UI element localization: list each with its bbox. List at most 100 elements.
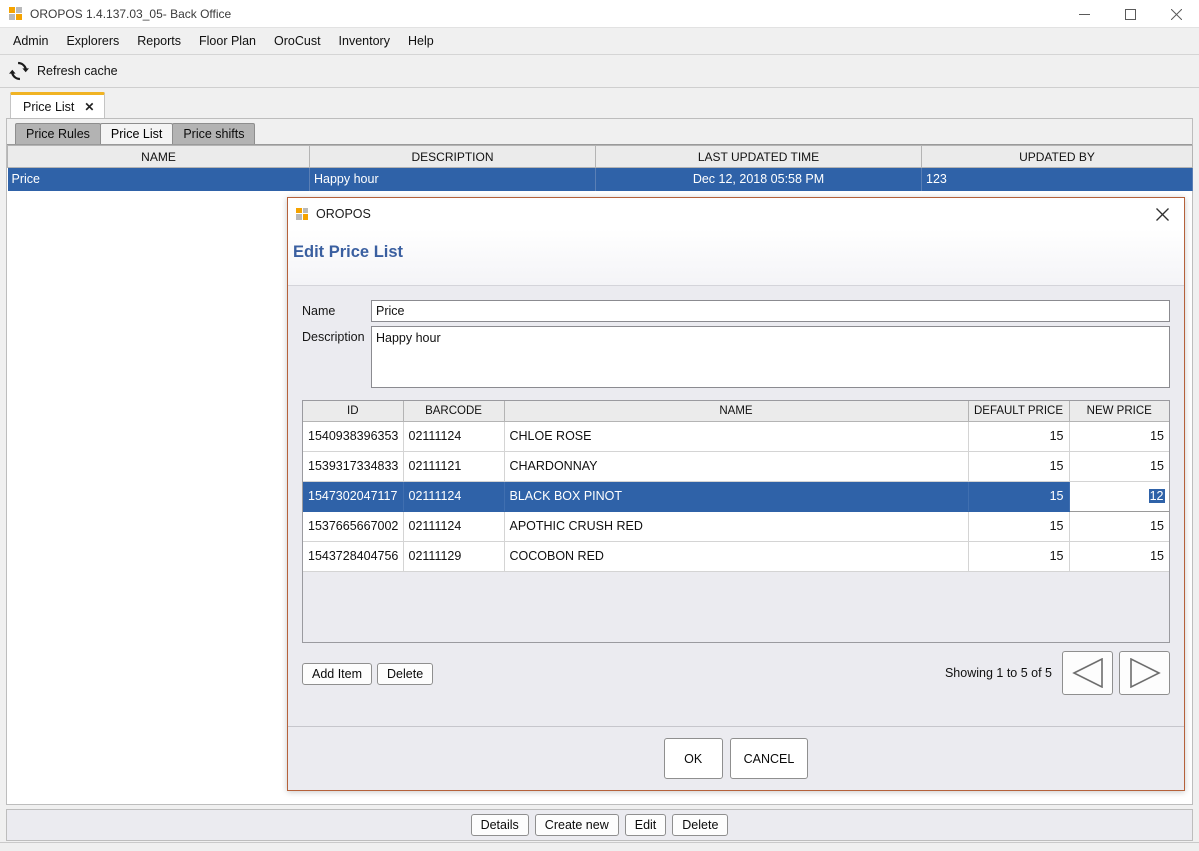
item-cell-id: 1539317334833 (303, 451, 404, 482)
menu-item-inventory[interactable]: Inventory (330, 30, 399, 52)
item-cell-id: 1547302047117 (303, 481, 404, 512)
new-price-edit-cell[interactable]: 12 (1068, 480, 1169, 512)
description-input[interactable]: Happy hour (371, 326, 1170, 388)
item-column-new-price[interactable]: NEW PRICE (1069, 401, 1169, 422)
page-title: Edit Price List (293, 243, 404, 261)
status-strip (0, 842, 1199, 851)
subtab-price-list[interactable]: Price List (99, 123, 174, 144)
item-cell-default-price: 15 (968, 511, 1070, 542)
menu-item-orocust[interactable]: OroCust (265, 30, 330, 52)
item-cell-new-price[interactable]: 15 (1069, 511, 1169, 542)
item-cell-id: 1543728404756 (303, 541, 404, 572)
previous-page-icon[interactable] (1062, 651, 1113, 695)
item-cell-new-price[interactable]: 15 (1069, 451, 1169, 482)
refresh-icon[interactable] (8, 60, 30, 82)
dialog-body: Name Description Happy hour ID BARCODE (288, 300, 1184, 695)
application-window: OROPOS 1.4.137.03_05- Back Office Admin … (0, 0, 1199, 851)
item-cell-name: BLACK BOX PINOT (504, 481, 969, 512)
toolbar: Refresh cache (0, 55, 1199, 88)
description-field-row: Description Happy hour (288, 326, 1184, 388)
table-row[interactable]: 1540938396353 02111124 CHLOE ROSE 15 15 (303, 421, 1169, 452)
item-cell-name: CHLOE ROSE (504, 421, 969, 452)
tab-price-list-label: Price List (23, 99, 75, 114)
item-cell-default-price: 15 (968, 541, 1070, 572)
item-cell-id: 1537665667002 (303, 511, 404, 542)
menu-item-help[interactable]: Help (399, 30, 443, 52)
grid-column-description[interactable]: DESCRIPTION (309, 145, 596, 168)
table-row[interactable]: 1539317334833 02111121 CHARDONNAY 15 15 (303, 451, 1169, 482)
item-cell-barcode: 02111129 (403, 541, 505, 572)
bottom-button-bar: Details Create new Edit Delete (6, 809, 1193, 841)
grid-cell-last-updated-time: Dec 12, 2018 05:58 PM (595, 167, 922, 191)
pagination-status: Showing 1 to 5 of 5 (944, 666, 1052, 680)
subtab-strip: Price Rules Price List Price shifts (7, 119, 1192, 145)
grid-column-name[interactable]: NAME (7, 145, 310, 168)
item-cell-name: APOTHIC CRUSH RED (504, 511, 969, 542)
menu-item-reports[interactable]: Reports (128, 30, 190, 52)
item-column-name[interactable]: NAME (504, 401, 969, 422)
item-cell-barcode: 02111124 (403, 421, 505, 452)
menu-item-floor-plan[interactable]: Floor Plan (190, 30, 265, 52)
edit-price-list-dialog: OROPOS Edit Price List Name Description … (287, 197, 1185, 791)
name-input[interactable] (371, 300, 1170, 322)
pagination: Showing 1 to 5 of 5 (945, 651, 1170, 695)
price-items-table: ID BARCODE NAME DEFAULT PRICE NEW PRICE … (303, 401, 1169, 572)
next-page-icon[interactable] (1119, 651, 1170, 695)
new-price-editor[interactable]: 12 (1069, 482, 1169, 510)
item-cell-default-price: 15 (968, 451, 1070, 482)
table-row[interactable]: 1547302047117 02111124 BLACK BOX PINOT 1… (303, 480, 1169, 512)
subtab-price-shifts-label: Price shifts (183, 127, 245, 141)
item-cell-default-price: 15 (968, 421, 1070, 452)
minimize-icon[interactable] (1061, 0, 1107, 28)
item-cell-barcode: 02111121 (403, 451, 505, 482)
table-row[interactable]: 1543728404756 02111129 COCOBON RED 15 15 (303, 541, 1169, 572)
edit-button[interactable]: Edit (624, 814, 667, 836)
subtab-price-shifts[interactable]: Price shifts (172, 123, 256, 144)
grid-column-last-updated-time[interactable]: LAST UPDATED TIME (595, 145, 922, 168)
menu-item-admin[interactable]: Admin (4, 30, 57, 52)
table-row[interactable]: 1537665667002 02111124 APOTHIC CRUSH RED… (303, 511, 1169, 542)
item-column-default-price[interactable]: DEFAULT PRICE (968, 401, 1070, 422)
menu-item-explorers[interactable]: Explorers (57, 30, 128, 52)
window-controls (1061, 0, 1199, 28)
item-header-row: ID BARCODE NAME DEFAULT PRICE NEW PRICE (303, 401, 1169, 422)
item-column-barcode[interactable]: BARCODE (403, 401, 505, 422)
dialog-titlebar: OROPOS (288, 198, 1184, 229)
new-price-edit-value: 12 (1148, 489, 1165, 503)
maximize-icon[interactable] (1107, 0, 1153, 28)
item-cell-barcode: 02111124 (403, 481, 505, 512)
delete-button[interactable]: Delete (672, 814, 729, 836)
grid-cell-updated-by: 123 (921, 167, 1193, 191)
window-titlebar: OROPOS 1.4.137.03_05- Back Office (0, 0, 1199, 28)
item-table-footer: Add Item Delete Showing 1 to 5 of 5 (302, 651, 1170, 695)
menubar: Admin Explorers Reports Floor Plan OroCu… (0, 28, 1199, 55)
item-cell-new-price[interactable]: 15 (1069, 541, 1169, 572)
item-cell-name: COCOBON RED (504, 541, 969, 572)
oropos-logo-icon (9, 7, 22, 20)
dialog-close-icon[interactable] (1152, 204, 1172, 224)
table-row[interactable]: Price Happy hour Dec 12, 2018 05:58 PM 1… (7, 167, 1193, 191)
price-list-grid: NAME DESCRIPTION LAST UPDATED TIME UPDAT… (7, 145, 1193, 191)
refresh-cache-label[interactable]: Refresh cache (37, 64, 118, 78)
add-item-button[interactable]: Add Item (302, 663, 373, 685)
ok-button[interactable]: OK (663, 738, 723, 779)
delete-item-button[interactable]: Delete (377, 663, 434, 685)
cancel-button[interactable]: CANCEL (729, 738, 809, 779)
price-items-table-wrap: ID BARCODE NAME DEFAULT PRICE NEW PRICE … (302, 400, 1170, 643)
item-cell-default-price: 15 (968, 481, 1070, 512)
oropos-logo-icon (296, 207, 308, 220)
grid-column-updated-by[interactable]: UPDATED BY (921, 145, 1193, 168)
tab-price-list[interactable]: Price List ✕ (10, 92, 106, 118)
table-empty-area (303, 571, 1169, 642)
subtab-price-rules[interactable]: Price Rules (15, 123, 101, 144)
details-button[interactable]: Details (470, 814, 529, 836)
grid-cell-description: Happy hour (309, 167, 596, 191)
name-field-row: Name (288, 300, 1184, 322)
tab-close-icon[interactable]: ✕ (84, 100, 94, 114)
close-icon[interactable] (1153, 0, 1199, 28)
item-cell-new-price[interactable]: 15 (1069, 421, 1169, 452)
create-new-button[interactable]: Create new (534, 814, 619, 836)
item-actions: Add Item Delete (302, 661, 434, 685)
item-column-id[interactable]: ID (303, 401, 404, 422)
name-label: Name (302, 304, 336, 318)
